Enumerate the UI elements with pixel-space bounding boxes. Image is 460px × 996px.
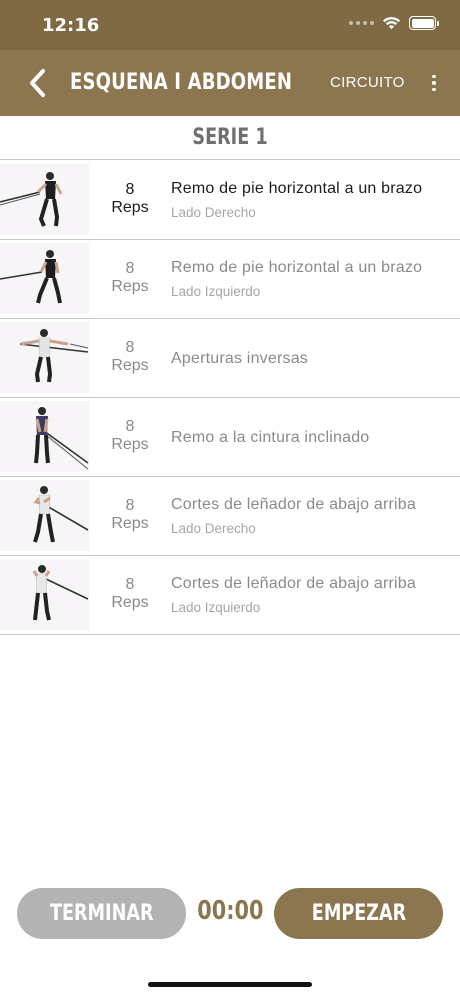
finish-button-label: TERMINAR — [49, 901, 154, 926]
serie-header: SERIE 1 — [0, 116, 460, 160]
exercise-row[interactable]: 8 Reps Remo de pie horizontal a un brazo… — [0, 161, 460, 240]
reps-count: 8 Reps — [111, 260, 149, 295]
status-time: 12:16 — [42, 15, 100, 36]
cellular-signal-icon — [349, 21, 374, 25]
page-title: ESQUENA I ABDOMEN — [70, 70, 293, 95]
start-button[interactable]: EMPEZAR — [274, 888, 443, 939]
more-vertical-icon — [432, 74, 436, 79]
exercise-name: Remo de pie horizontal a un brazo — [171, 259, 423, 276]
back-button[interactable] — [22, 66, 52, 100]
exercise-thumbnail — [0, 480, 89, 551]
status-bar: 12:16 — [0, 0, 460, 50]
exercise-side: Lado Izquierdo — [171, 600, 261, 615]
home-indicator[interactable] — [148, 982, 312, 987]
workout-controls: TERMINAR 00:00 EMPEZAR — [0, 886, 460, 940]
exercise-name: Remo a la cintura inclinado — [171, 429, 370, 446]
exercise-thumbnail — [0, 164, 89, 235]
exercise-side: Lado Derecho — [171, 205, 256, 220]
finish-button[interactable]: TERMINAR — [17, 888, 186, 939]
workout-timer: 00:00 — [196, 896, 264, 926]
exercise-thumbnail — [0, 559, 89, 630]
exercise-side: Lado Derecho — [171, 521, 256, 536]
circuit-button[interactable]: CIRCUITO — [330, 74, 405, 91]
exercise-row[interactable]: 8 Reps Cortes de leñador de abajo arriba… — [0, 477, 460, 556]
exercise-thumbnail — [0, 322, 89, 393]
wifi-icon — [383, 16, 400, 30]
exercise-row[interactable]: 8 Reps Aperturas inversas — [0, 319, 460, 398]
reps-count: 8 Reps — [111, 576, 149, 611]
exercise-thumbnail — [0, 243, 89, 314]
exercise-thumbnail — [0, 401, 89, 472]
serie-title: SERIE 1 — [192, 125, 268, 150]
chevron-left-icon — [30, 69, 45, 97]
exercise-side: Lado Izquierdo — [171, 284, 261, 299]
reps-count: 8 Reps — [111, 418, 149, 453]
exercise-row[interactable]: 8 Reps Remo a la cintura inclinado — [0, 398, 460, 477]
exercise-name: Remo de pie horizontal a un brazo — [171, 180, 423, 197]
exercise-list: 8 Reps Remo de pie horizontal a un brazo… — [0, 161, 460, 635]
exercise-row[interactable]: 8 Reps Cortes de leñador de abajo arriba… — [0, 556, 460, 635]
exercise-row[interactable]: 8 Reps Remo de pie horizontal a un brazo… — [0, 240, 460, 319]
reps-count: 8 Reps — [111, 181, 149, 216]
start-button-label: EMPEZAR — [311, 901, 406, 926]
reps-count: 8 Reps — [111, 339, 149, 374]
exercise-name: Cortes de leñador de abajo arriba — [171, 575, 416, 592]
reps-count: 8 Reps — [111, 497, 149, 532]
exercise-name: Cortes de leñador de abajo arriba — [171, 496, 416, 513]
more-options-button[interactable] — [424, 70, 444, 96]
battery-icon — [409, 16, 439, 30]
exercise-name: Aperturas inversas — [171, 350, 308, 367]
navigation-bar: ESQUENA I ABDOMEN CIRCUITO — [0, 50, 460, 116]
status-icons — [349, 16, 439, 30]
